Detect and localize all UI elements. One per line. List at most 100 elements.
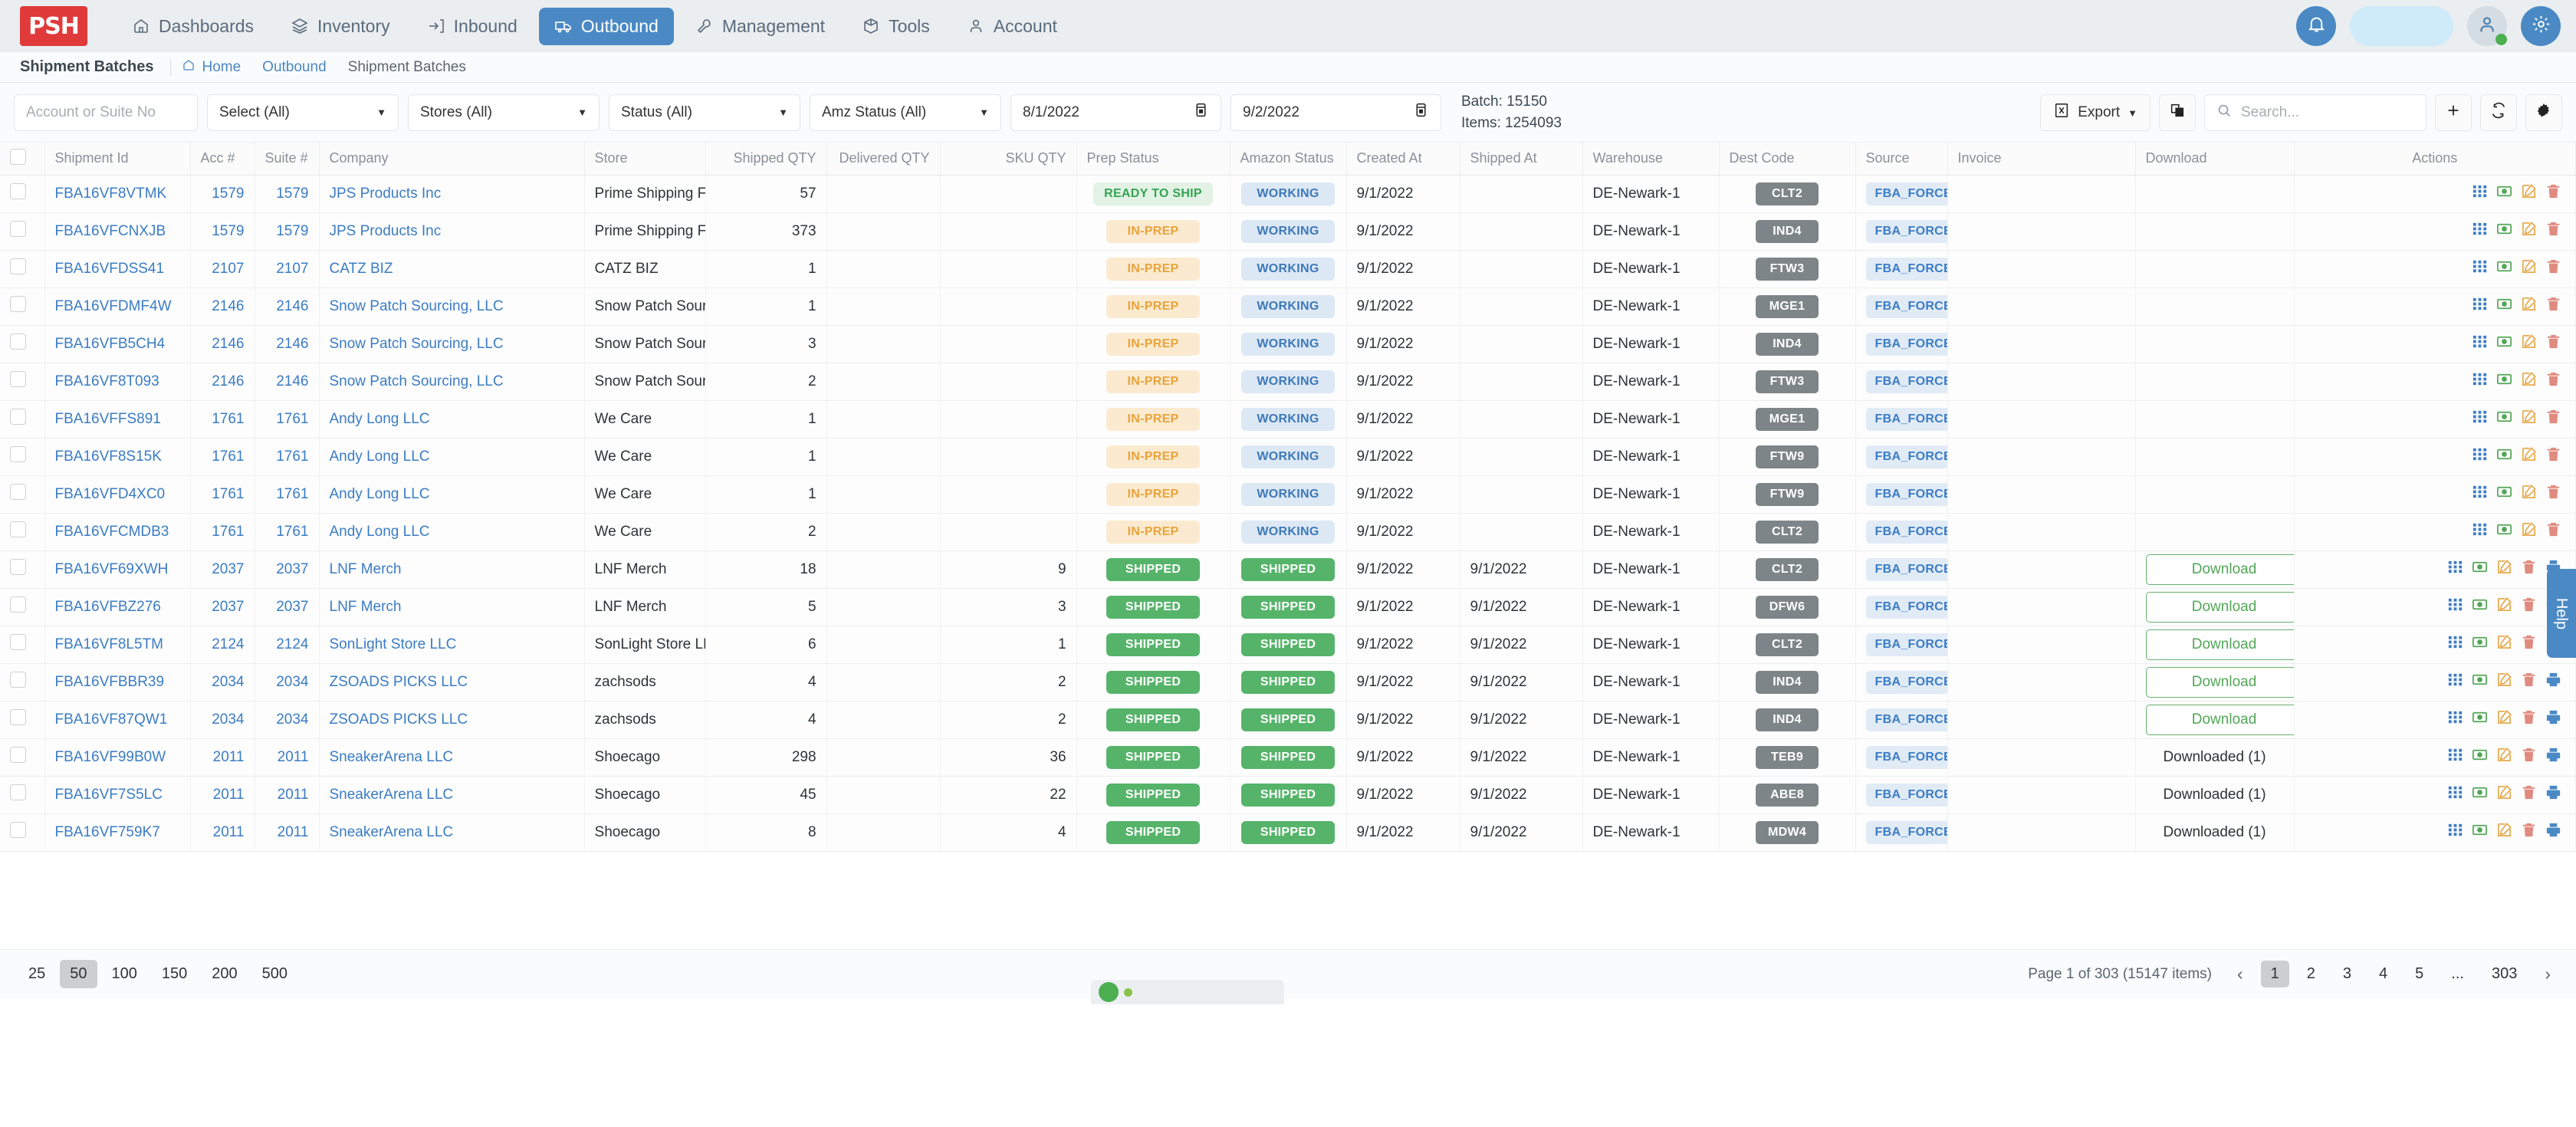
cell-company[interactable]: Snow Patch Sourcing, LLC — [319, 325, 585, 363]
cell-suite[interactable]: 2011 — [255, 813, 320, 852]
page-1[interactable]: 1 — [2260, 961, 2289, 987]
cell-shipment-id[interactable]: FBA16VF99B0W — [44, 738, 191, 777]
edit-action[interactable] — [2520, 408, 2538, 430]
row-select-cell[interactable] — [0, 175, 45, 213]
edit-action[interactable] — [2496, 746, 2513, 768]
row-checkbox[interactable] — [10, 371, 26, 387]
money-action[interactable] — [2496, 370, 2513, 393]
calendar-icon[interactable] — [1193, 102, 1209, 123]
cell-suite[interactable]: 1761 — [255, 400, 320, 439]
delete-action[interactable] — [2545, 295, 2562, 317]
row-checkbox[interactable] — [10, 559, 26, 575]
print-action[interactable] — [2545, 784, 2562, 806]
row-checkbox[interactable] — [10, 484, 26, 500]
grid-action[interactable] — [2471, 445, 2489, 468]
col-download[interactable]: Download — [2135, 143, 2295, 176]
money-action[interactable] — [2471, 821, 2489, 843]
select-all-header[interactable] — [0, 143, 45, 176]
grid-action[interactable] — [2471, 370, 2489, 393]
cell-shipment-id[interactable]: FBA16VFCNXJB — [44, 212, 191, 251]
row-select-cell[interactable] — [0, 513, 45, 551]
row-checkbox[interactable] — [10, 822, 26, 838]
page-2[interactable]: 2 — [2297, 961, 2325, 987]
money-action[interactable] — [2496, 521, 2513, 543]
cell-shipment-id[interactable]: FBA16VFBZ276 — [44, 588, 191, 626]
chat-widget[interactable] — [1091, 980, 1284, 1004]
money-action[interactable] — [2496, 445, 2513, 468]
row-checkbox[interactable] — [10, 296, 26, 312]
cell-suite[interactable]: 2037 — [255, 588, 320, 626]
grid-action[interactable] — [2471, 182, 2489, 205]
delete-action[interactable] — [2520, 671, 2538, 693]
table-row[interactable]: FBA16VF8VTMK 1579 1579 JPS Products Inc Prim… — [0, 175, 2576, 213]
row-checkbox[interactable] — [10, 446, 26, 462]
cell-shipment-id[interactable]: FBA16VFDMF4W — [44, 288, 191, 326]
delete-action[interactable] — [2520, 558, 2538, 580]
stores-dropdown[interactable]: Stores (All) ▼ — [408, 94, 600, 131]
cell-suite[interactable]: 1579 — [255, 175, 320, 213]
cell-shipment-id[interactable]: FBA16VFCMDB3 — [44, 513, 191, 551]
cell-suite[interactable]: 1761 — [255, 438, 320, 476]
copy-button[interactable] — [2159, 94, 2196, 131]
col-company[interactable]: Company — [319, 143, 585, 176]
grid-action[interactable] — [2446, 558, 2464, 580]
cell-suite[interactable]: 2011 — [255, 776, 320, 814]
edit-action[interactable] — [2496, 596, 2513, 618]
nav-item-tools[interactable]: Tools — [846, 8, 945, 45]
page-3[interactable]: 3 — [2333, 961, 2361, 987]
money-action[interactable] — [2496, 333, 2513, 355]
row-select-cell[interactable] — [0, 626, 45, 664]
row-checkbox[interactable] — [10, 634, 26, 650]
psh-logo[interactable]: PSH — [20, 6, 87, 46]
cell-company[interactable]: Andy Long LLC — [319, 438, 585, 476]
cell-company[interactable]: Andy Long LLC — [319, 475, 585, 514]
row-select-cell[interactable] — [0, 776, 45, 814]
delete-action[interactable] — [2545, 521, 2562, 543]
row-select-cell[interactable] — [0, 738, 45, 777]
edit-action[interactable] — [2520, 333, 2538, 355]
delete-action[interactable] — [2520, 633, 2538, 656]
grid-action[interactable] — [2446, 596, 2464, 618]
cell-acc[interactable]: 2146 — [190, 363, 255, 401]
cell-acc[interactable]: 1579 — [190, 212, 255, 251]
money-action[interactable] — [2471, 596, 2489, 618]
edit-action[interactable] — [2520, 483, 2538, 505]
money-action[interactable] — [2496, 258, 2513, 280]
notifications-button[interactable] — [2296, 6, 2336, 46]
table-row[interactable]: FBA16VF87QW1 2034 2034 ZSOADS PICKS LLC zach… — [0, 701, 2576, 739]
download-button[interactable]: Download — [2145, 554, 2294, 585]
grid-action[interactable] — [2471, 521, 2489, 543]
cell-company[interactable]: LNF Merch — [319, 588, 585, 626]
edit-action[interactable] — [2496, 708, 2513, 731]
cell-shipment-id[interactable]: FBA16VF8VTMK — [44, 175, 191, 213]
delete-action[interactable] — [2545, 370, 2562, 393]
row-select-cell[interactable] — [0, 325, 45, 363]
cell-suite[interactable]: 2146 — [255, 325, 320, 363]
print-action[interactable] — [2545, 746, 2562, 768]
print-action[interactable] — [2545, 708, 2562, 731]
delete-action[interactable] — [2545, 182, 2562, 205]
col-amazon-status[interactable]: Amazon Status — [1230, 143, 1347, 176]
cell-suite[interactable]: 2146 — [255, 288, 320, 326]
edit-action[interactable] — [2520, 182, 2538, 205]
download-button[interactable]: Download — [2145, 591, 2294, 623]
cell-acc[interactable]: 2124 — [190, 626, 255, 664]
cell-company[interactable]: JPS Products Inc — [319, 175, 585, 213]
page-size-50[interactable]: 50 — [60, 960, 97, 988]
cell-company[interactable]: Snow Patch Sourcing, LLC — [319, 363, 585, 401]
row-select-cell[interactable] — [0, 663, 45, 702]
table-row[interactable]: FBA16VFDMF4W 2146 2146 Snow Patch Sourcing,… — [0, 288, 2576, 326]
money-action[interactable] — [2496, 408, 2513, 430]
cell-acc[interactable]: 1761 — [190, 400, 255, 439]
edit-action[interactable] — [2520, 295, 2538, 317]
money-action[interactable] — [2471, 746, 2489, 768]
row-select-cell[interactable] — [0, 400, 45, 439]
delete-action[interactable] — [2545, 408, 2562, 430]
cell-shipment-id[interactable]: FBA16VF8T093 — [44, 363, 191, 401]
row-select-cell[interactable] — [0, 475, 45, 514]
table-row[interactable]: FBA16VF8S15K 1761 1761 Andy Long LLC We Care… — [0, 438, 2576, 476]
cell-shipment-id[interactable]: FBA16VFDSS41 — [44, 250, 191, 288]
export-button[interactable]: Export ▼ — [2040, 94, 2150, 131]
status-dropdown[interactable]: Status (All) ▼ — [609, 94, 800, 131]
grid-action[interactable] — [2471, 258, 2489, 280]
